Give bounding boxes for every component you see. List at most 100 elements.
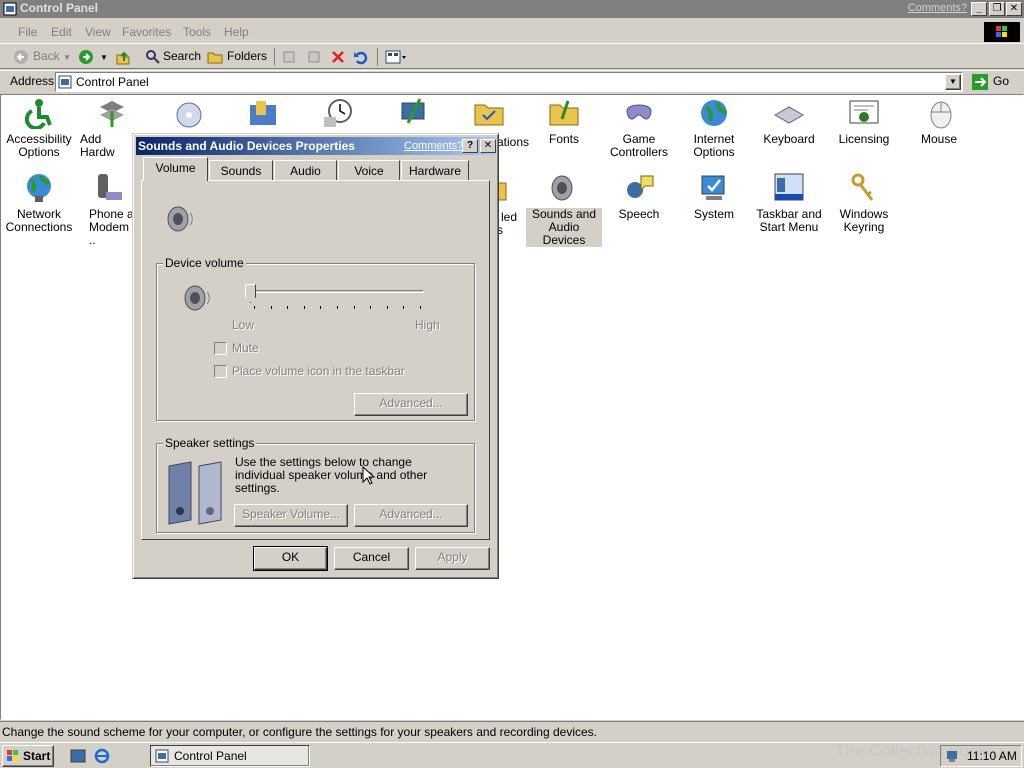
windows-flag-icon bbox=[996, 26, 1007, 37]
ok-button[interactable]: OK bbox=[253, 546, 328, 571]
cancel-button[interactable]: Cancel bbox=[334, 547, 409, 570]
slider-tick bbox=[353, 306, 355, 309]
speech-icon bbox=[627, 175, 654, 198]
volume-slider-track[interactable] bbox=[250, 290, 424, 293]
taskbar-icon bbox=[774, 173, 804, 201]
window-title: Control Panel bbox=[20, 1, 99, 15]
move-to-icon[interactable] bbox=[282, 49, 298, 65]
keyboard-item[interactable]: Keyboard bbox=[751, 97, 827, 146]
forward-dropdown-icon[interactable]: ▼ bbox=[100, 53, 108, 62]
menu-help[interactable]: Help bbox=[224, 25, 249, 39]
up-folder-icon[interactable] bbox=[115, 49, 131, 65]
partial-label: led bbox=[501, 210, 518, 224]
back-button[interactable]: Back bbox=[33, 49, 60, 63]
speech-item[interactable]: Speech bbox=[601, 172, 677, 221]
volume-tab-panel: Device volume Low High Mute Place volume… bbox=[141, 180, 490, 540]
windows-flag-icon bbox=[7, 750, 18, 761]
sounds-audio-devices-item[interactable]: Sounds and Audio Devices bbox=[526, 172, 602, 247]
taskbar-control-panel-button[interactable]: Control Panel bbox=[150, 745, 310, 767]
device-volume-group: Device volume Low High Mute Place volume… bbox=[156, 256, 475, 421]
slider-tick bbox=[320, 306, 322, 309]
device-advanced-button[interactable]: Advanced... bbox=[354, 393, 468, 416]
slider-tick bbox=[403, 306, 405, 309]
folder-options-icon bbox=[250, 101, 276, 125]
sounds-media-icon bbox=[176, 102, 202, 128]
back-dropdown-icon[interactable]: ▼ bbox=[63, 53, 71, 62]
show-desktop-icon[interactable] bbox=[70, 748, 86, 764]
mouse-item[interactable]: Mouse bbox=[901, 97, 977, 146]
toolbar-separator bbox=[377, 48, 378, 66]
system-item[interactable]: System bbox=[676, 172, 752, 221]
toolbar-separator bbox=[274, 48, 275, 66]
internet-options-item[interactable]: Internet Options bbox=[676, 97, 752, 159]
windows-keyring-item[interactable]: Windows Keyring bbox=[826, 172, 902, 234]
clock[interactable]: 11:10 AM bbox=[967, 749, 1017, 763]
system-tray: 11:10 AM bbox=[940, 745, 1022, 767]
add-hardware-item[interactable]: Add Hardw bbox=[72, 97, 138, 159]
game-controller-icon bbox=[626, 104, 652, 120]
windows-logo bbox=[984, 22, 1020, 42]
control-panel-small-icon bbox=[155, 749, 169, 763]
control-panel-small-icon bbox=[58, 75, 72, 89]
dialog-help-button[interactable]: ? bbox=[462, 139, 478, 153]
network-connections-item[interactable]: Network Connections bbox=[1, 172, 77, 234]
undo-icon[interactable] bbox=[353, 49, 369, 65]
network-tray-icon[interactable] bbox=[945, 749, 959, 763]
fonts-item[interactable]: Fonts bbox=[526, 97, 602, 146]
close-button[interactable]: ✕ bbox=[1006, 2, 1022, 16]
accessibility-options-item[interactable]: Accessibility Options bbox=[1, 97, 77, 159]
licensing-item[interactable]: Licensing bbox=[826, 97, 902, 146]
apply-button[interactable]: Apply bbox=[415, 547, 490, 570]
speaker-advanced-button[interactable]: Advanced... bbox=[354, 504, 468, 527]
speaker-volume-button[interactable]: Speaker Volume... bbox=[234, 504, 348, 527]
mute-label: Mute bbox=[232, 341, 259, 355]
address-dropdown-icon[interactable]: ▼ bbox=[945, 74, 961, 90]
views-icon[interactable] bbox=[385, 49, 407, 65]
tab-audio[interactable]: Audio bbox=[274, 160, 337, 180]
dialog-comments-link[interactable]: Comments? bbox=[404, 140, 463, 152]
go-arrow-icon[interactable] bbox=[971, 73, 989, 91]
minimize-button[interactable]: _ bbox=[971, 2, 987, 16]
delete-icon[interactable] bbox=[330, 49, 346, 65]
slider-tick bbox=[337, 306, 338, 309]
dialog-close-button[interactable]: ✕ bbox=[480, 139, 496, 153]
copy-to-icon[interactable] bbox=[306, 49, 322, 65]
speaker-icon bbox=[551, 175, 573, 201]
forward-arrow-icon[interactable] bbox=[78, 49, 94, 65]
date-time-icon bbox=[324, 99, 352, 127]
comments-link[interactable]: Comments? bbox=[908, 2, 967, 14]
sounds-audio-properties-dialog: Sounds and Audio Devices Properties Comm… bbox=[132, 133, 499, 579]
menu-file[interactable]: File bbox=[18, 25, 37, 39]
start-button[interactable]: Start bbox=[2, 745, 54, 767]
speaker-icon bbox=[184, 285, 210, 311]
place-volume-icon-checkbox[interactable] bbox=[214, 365, 227, 378]
address-input[interactable]: Control Panel ▼ bbox=[55, 72, 963, 92]
search-button[interactable]: Search bbox=[163, 49, 201, 63]
place-volume-icon-label: Place volume icon in the taskbar bbox=[232, 364, 405, 378]
tab-volume[interactable]: Volume bbox=[143, 157, 208, 181]
tab-hardware[interactable]: Hardware bbox=[401, 160, 469, 180]
slider-tick bbox=[254, 306, 255, 309]
internet-explorer-icon[interactable] bbox=[94, 748, 110, 764]
folders-button[interactable]: Folders bbox=[227, 49, 267, 63]
menu-tools[interactable]: Tools bbox=[183, 25, 211, 39]
volume-slider-thumb[interactable] bbox=[245, 284, 256, 303]
tab-sounds[interactable]: Sounds bbox=[209, 160, 273, 180]
menu-favorites[interactable]: Favorites bbox=[122, 25, 171, 39]
fonts-folder-icon bbox=[549, 100, 579, 126]
slider-tick bbox=[420, 306, 421, 309]
slider-tick bbox=[370, 306, 372, 309]
mute-checkbox[interactable] bbox=[214, 342, 227, 355]
menu-edit[interactable]: Edit bbox=[51, 25, 72, 39]
menu-view[interactable]: View bbox=[85, 25, 111, 39]
folders-icon bbox=[207, 52, 223, 64]
restore-button[interactable]: ❐ bbox=[989, 2, 1005, 16]
window-title-bar[interactable]: Control Panel Comments? _ ❐ ✕ bbox=[0, 0, 1024, 18]
dialog-title-bar[interactable]: Sounds and Audio Devices Properties Comm… bbox=[136, 137, 496, 155]
game-controllers-item[interactable]: Game Controllers bbox=[601, 97, 677, 159]
volume-high-label: High bbox=[415, 318, 440, 332]
tab-voice[interactable]: Voice bbox=[338, 160, 400, 180]
phone-modem-item[interactable]: Phone ar Modem .. bbox=[72, 172, 138, 247]
taskbar-start-menu-item[interactable]: Taskbar and Start Menu bbox=[751, 172, 827, 234]
go-button[interactable]: Go bbox=[993, 74, 1009, 88]
